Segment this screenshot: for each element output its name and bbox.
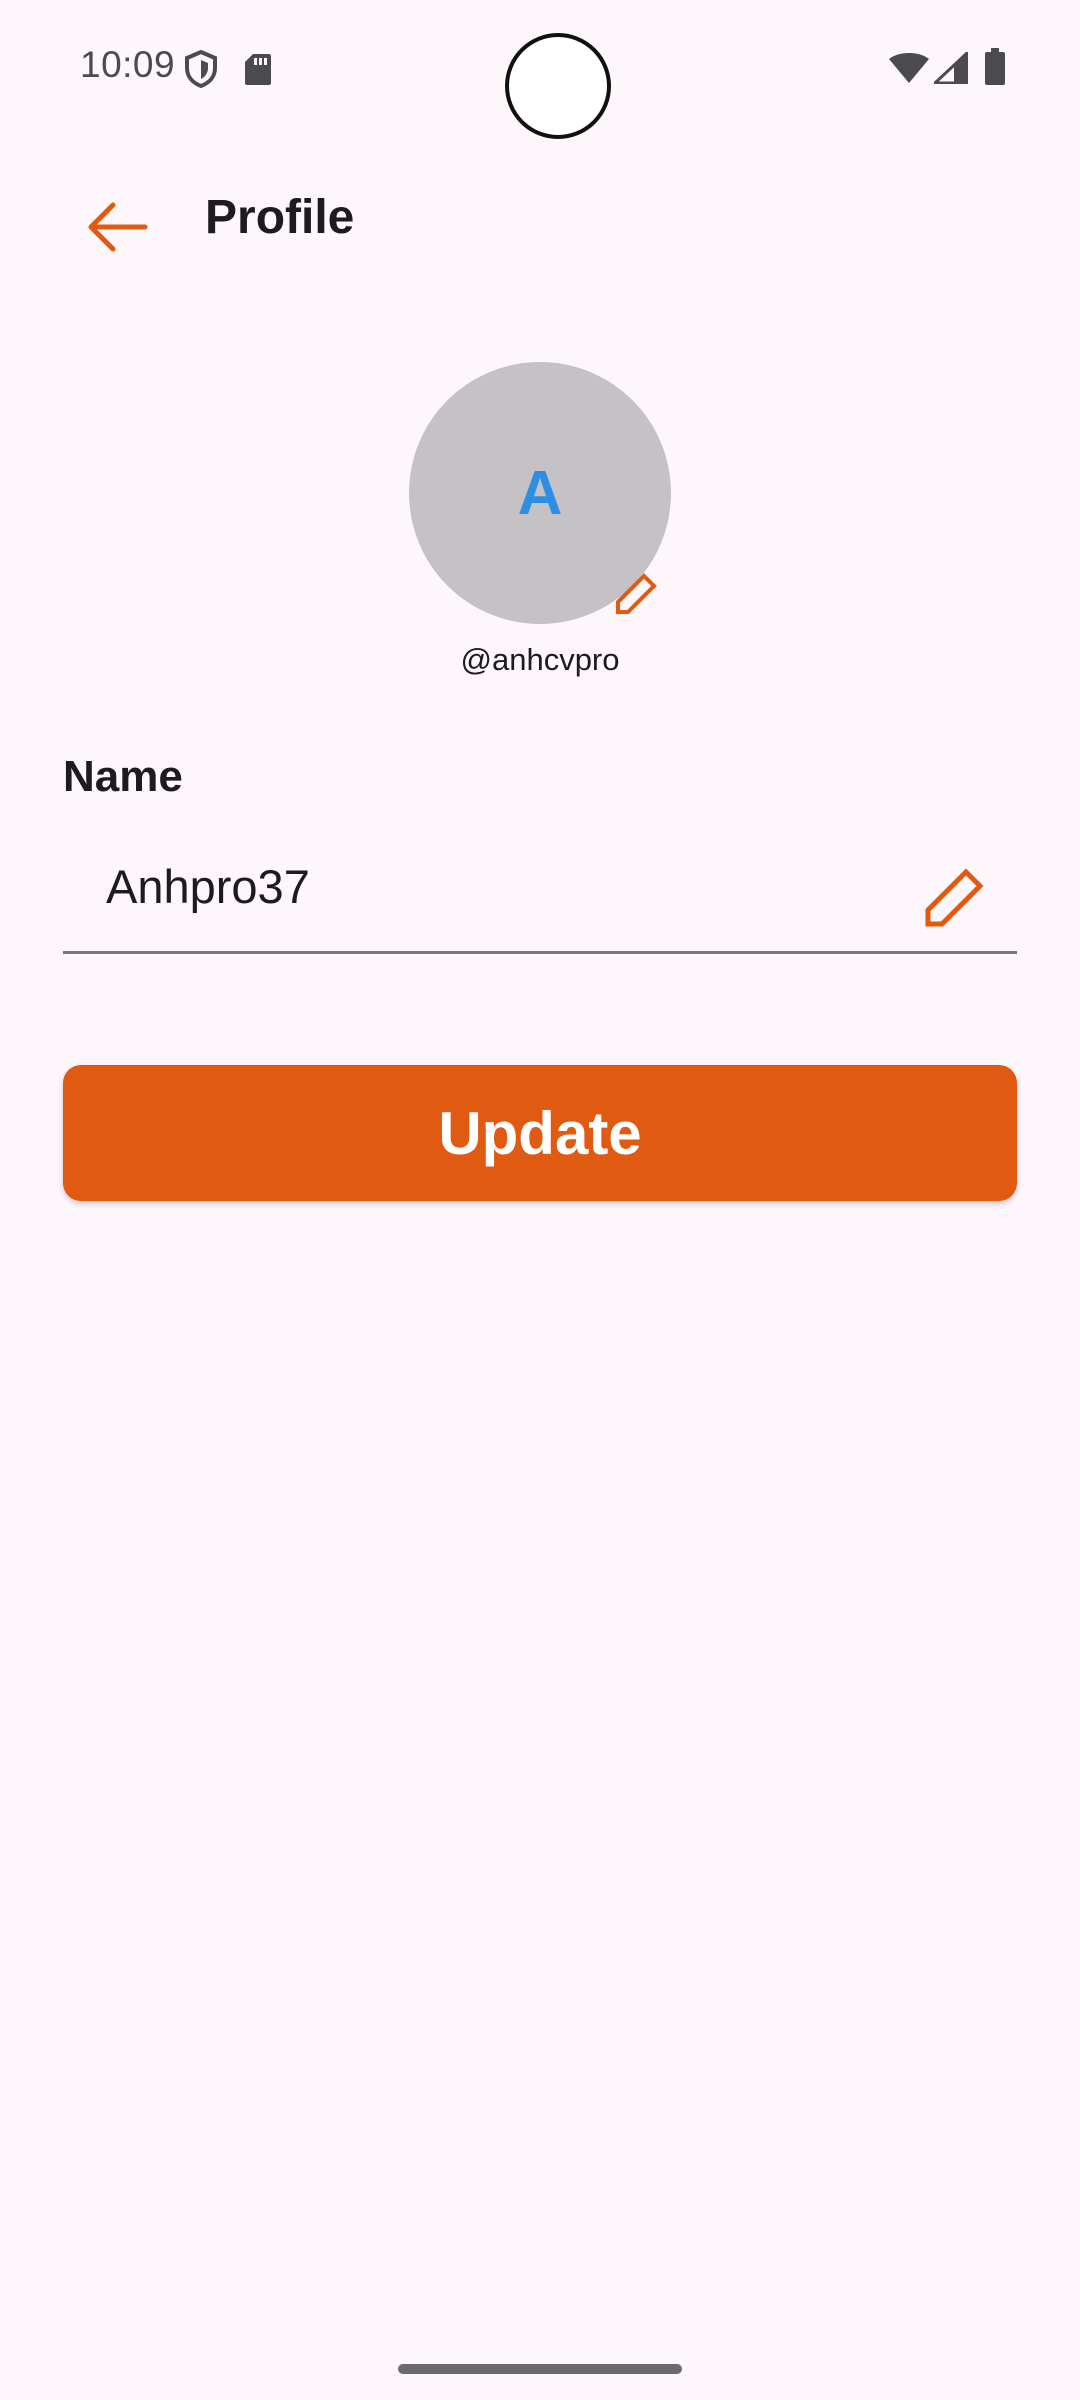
profile-screen: 10:09 Profile A @anhcvpro Name Anhpro37 … [0,0,1080,2400]
name-label: Name [63,752,183,801]
username: @anhcvpro [460,642,620,677]
page-title: Profile [205,191,355,244]
battery-icon [984,48,1006,91]
name-field[interactable] [63,840,1017,954]
sd-card-icon [244,52,272,91]
pencil-icon[interactable] [918,862,990,934]
arrow-left-icon [85,201,149,258]
shield-icon [184,49,218,93]
back-button[interactable] [72,184,162,274]
update-button[interactable]: Update [63,1065,1017,1201]
camera-cutout [505,33,611,139]
name-input[interactable] [106,856,926,916]
avatar-initial: A [517,458,563,528]
status-time: 10:09 [80,44,176,85]
wifi-icon [888,52,930,89]
signal-icon [931,49,969,89]
app-bar: Profile [0,160,1080,272]
avatar-edit-pencil-icon[interactable] [608,566,664,622]
status-bar: 10:09 [0,0,1080,139]
gesture-nav-handle[interactable] [398,2364,682,2374]
